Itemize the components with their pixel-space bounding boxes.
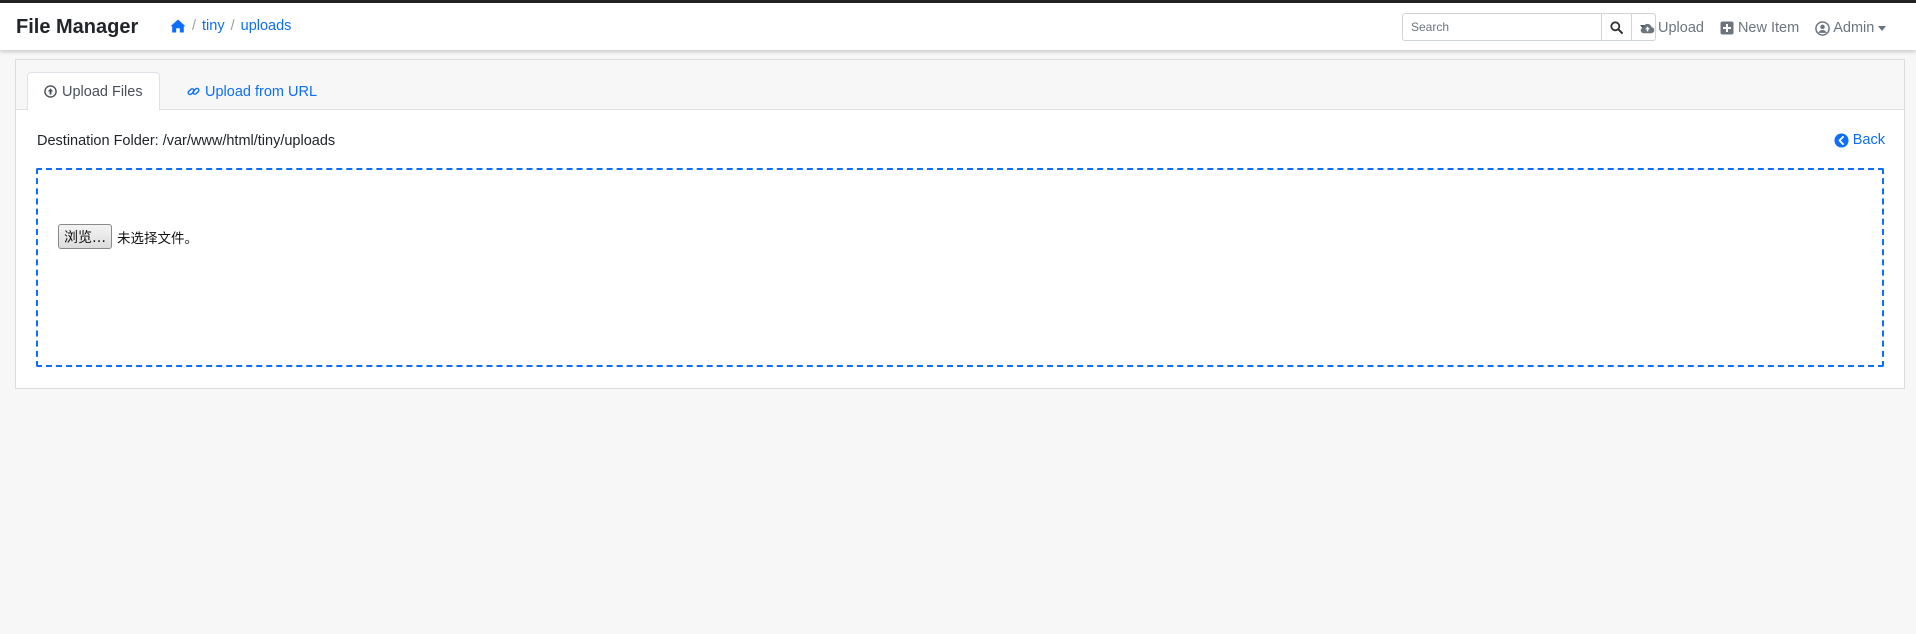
- breadcrumb-separator: /: [230, 18, 235, 34]
- admin-label: Admin: [1833, 20, 1875, 36]
- new-item-label: New Item: [1737, 20, 1800, 36]
- search-group: [1402, 13, 1656, 41]
- tab-upload-from-url-label: Upload from URL: [205, 83, 318, 100]
- upload-dropzone[interactable]: 浏览… 未选择文件。: [36, 168, 1884, 367]
- upload-link[interactable]: Upload: [1640, 20, 1704, 36]
- tab-upload-files-label: Upload Files: [62, 83, 143, 100]
- chevron-circle-left-icon: [1834, 132, 1849, 148]
- tab-upload-files[interactable]: Upload Files: [27, 72, 160, 111]
- tab-upload-from-url[interactable]: Upload from URL: [171, 72, 333, 111]
- caret-down-icon: [1878, 25, 1887, 31]
- search-input[interactable]: [1402, 13, 1601, 41]
- back-link[interactable]: Back: [1834, 132, 1885, 148]
- upload-circle-icon: [44, 85, 57, 98]
- plus-square-icon: [1720, 21, 1735, 36]
- home-icon[interactable]: [170, 18, 186, 34]
- destination-path: /var/www/html/tiny/uploads: [162, 133, 336, 149]
- destination-folder: Destination Folder:/var/www/html/tiny/up…: [37, 133, 335, 149]
- file-status-text: 未选择文件。: [117, 230, 198, 247]
- back-label: Back: [1852, 132, 1885, 148]
- tab-bar: Upload Files Upload from URL: [16, 60, 1904, 111]
- navbar-links: Upload New Item Admin: [1640, 3, 1902, 53]
- breadcrumb-item-tiny[interactable]: tiny: [202, 18, 225, 34]
- breadcrumb-item-uploads[interactable]: uploads: [241, 18, 292, 34]
- breadcrumb-separator: /: [192, 18, 197, 34]
- file-input: 浏览… 未选择文件。: [58, 224, 198, 249]
- upload-card: Upload Files Upload from URL Destination…: [15, 59, 1905, 389]
- breadcrumb: / tiny / uploads: [170, 18, 291, 34]
- destination-label: Destination Folder:: [37, 133, 159, 149]
- upload-label: Upload: [1658, 20, 1704, 36]
- user-circle-icon: [1815, 20, 1831, 36]
- link-icon: [187, 85, 200, 98]
- browse-button[interactable]: 浏览…: [58, 224, 112, 249]
- top-navbar: File Manager / tiny / uploads Upload: [0, 0, 1916, 50]
- search-icon: [1610, 20, 1623, 34]
- cloud-upload-icon: [1640, 21, 1655, 36]
- app-title[interactable]: File Manager: [16, 16, 138, 39]
- new-item-link[interactable]: New Item: [1720, 20, 1799, 36]
- search-button[interactable]: [1601, 13, 1631, 41]
- admin-menu[interactable]: Admin: [1815, 20, 1887, 36]
